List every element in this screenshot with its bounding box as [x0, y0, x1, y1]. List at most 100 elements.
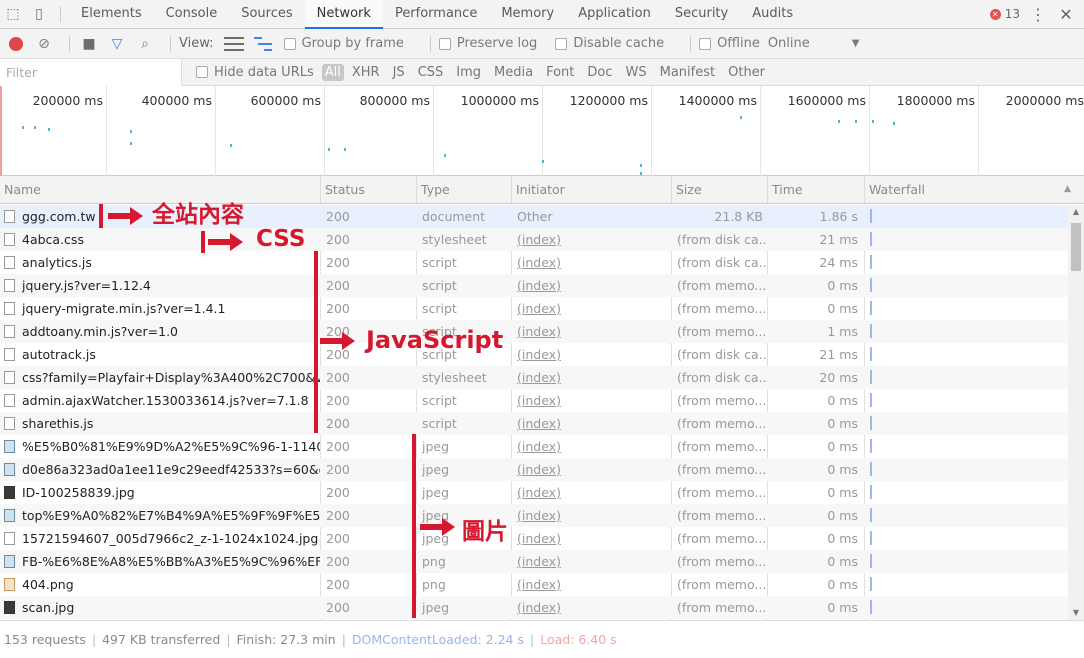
tab-sources[interactable]: Sources: [229, 0, 304, 29]
preserve-log-checkbox[interactable]: Preserve log: [438, 36, 537, 51]
request-initiator[interactable]: (index): [511, 297, 671, 320]
table-row[interactable]: 404.png 200 png (index) (from memo... 0 ms: [0, 573, 1068, 596]
group-by-frame-label: Group by frame: [301, 36, 404, 51]
request-waterfall: [864, 297, 1068, 320]
scroll-down-arrow-icon[interactable]: ▼: [1068, 606, 1084, 620]
request-status: 200: [326, 255, 350, 270]
table-row[interactable]: analytics.js 200 script (index) (from disk c…: [0, 251, 1068, 274]
request-initiator[interactable]: (index): [511, 596, 671, 619]
col-initiator[interactable]: Initiator: [511, 176, 671, 203]
inspect-element-icon[interactable]: ⬚: [0, 0, 26, 29]
request-initiator[interactable]: (index): [511, 412, 671, 435]
group-by-frame-checkbox[interactable]: Group by frame: [283, 36, 404, 51]
request-waterfall: [864, 435, 1068, 458]
request-initiator[interactable]: (index): [511, 573, 671, 596]
filter-type-font[interactable]: Font: [541, 65, 579, 80]
filter-icon[interactable]: ▽: [106, 36, 128, 52]
tab-application[interactable]: Application: [566, 0, 663, 29]
table-row[interactable]: 15721594607_005d7966c2_z-1-1024x1024.jpg…: [0, 527, 1068, 550]
request-initiator[interactable]: (index): [511, 251, 671, 274]
device-toolbar-icon[interactable]: ▯: [26, 0, 52, 29]
table-row[interactable]: scan.jpg 200 jpeg (index) (from memo... 0 ms: [0, 596, 1068, 619]
record-button[interactable]: [9, 36, 23, 51]
checkbox-box: [196, 66, 208, 78]
filter-input[interactable]: Filter: [0, 58, 182, 86]
request-size: (from memo...: [677, 577, 767, 592]
request-time: 1 ms: [827, 324, 858, 339]
request-initiator[interactable]: (index): [511, 274, 671, 297]
filter-type-css[interactable]: CSS: [413, 65, 449, 80]
request-initiator[interactable]: (index): [511, 550, 671, 573]
waterfall-bar: [870, 462, 872, 476]
error-count-badge[interactable]: ✕ 13: [989, 7, 1020, 21]
disable-cache-checkbox[interactable]: Disable cache: [555, 36, 664, 51]
table-row[interactable]: FB-%E6%8E%A8%E5%BB%A3%E5%9C%96%EF... 200 p…: [0, 550, 1068, 573]
table-scrollbar[interactable]: ▲ ▼: [1068, 205, 1084, 620]
overview-request-mark: [855, 120, 857, 123]
request-initiator[interactable]: (index): [511, 389, 671, 412]
request-initiator[interactable]: (index): [511, 343, 671, 366]
request-initiator[interactable]: (index): [511, 504, 671, 527]
col-time[interactable]: Time: [767, 176, 864, 203]
hide-data-urls-checkbox[interactable]: Hide data URLs: [196, 65, 314, 80]
tab-network[interactable]: Network: [304, 0, 383, 29]
filter-type-xhr[interactable]: XHR: [347, 65, 385, 80]
table-row[interactable]: sharethis.js 200 script (index) (from memo..…: [0, 412, 1068, 435]
table-row[interactable]: %E5%B0%81%E9%9D%A2%E5%9C%96-1-1140x... 20…: [0, 435, 1068, 458]
filter-type-manifest[interactable]: Manifest: [655, 65, 720, 80]
clear-icon[interactable]: ⊘: [33, 36, 55, 52]
tab-memory[interactable]: Memory: [489, 0, 566, 29]
large-rows-icon[interactable]: [223, 36, 244, 51]
table-row[interactable]: autotrack.js 200 script (index) (from disk c…: [0, 343, 1068, 366]
request-initiator[interactable]: (index): [511, 435, 671, 458]
table-row[interactable]: addtoany.min.js?ver=1.0 200 script (index)(…: [0, 320, 1068, 343]
tab-audits[interactable]: Audits: [740, 0, 805, 29]
overview-timeline[interactable]: 200000 ms 400000 ms 600000 ms 800000 ms 1000…: [0, 86, 1084, 176]
throttling-select[interactable]: Online ▼: [768, 36, 860, 51]
tab-security[interactable]: Security: [663, 0, 740, 29]
waterfall-bar: [870, 278, 872, 292]
filter-type-js[interactable]: JS: [388, 65, 410, 80]
waterfall-bar: [870, 209, 872, 223]
tab-console[interactable]: Console: [154, 0, 230, 29]
table-row[interactable]: top%E9%A0%82%E7%B4%9A%E5%9F%9F%E5%... 200…: [0, 504, 1068, 527]
overview-request-mark: [130, 142, 132, 145]
close-devtools-icon[interactable]: ✕: [1056, 5, 1076, 24]
screenshot-camera-icon[interactable]: ■: [78, 36, 100, 52]
overview-waterfall-icon[interactable]: [253, 36, 274, 51]
table-row[interactable]: d0e86a323ad0a1ee11e9c29eedf42533?s=60&d.…: [0, 458, 1068, 481]
col-status[interactable]: Status: [320, 176, 416, 203]
col-size[interactable]: Size: [671, 176, 767, 203]
request-initiator[interactable]: (index): [511, 366, 671, 389]
table-row[interactable]: jquery-migrate.min.js?ver=1.4.1 200 script…: [0, 297, 1068, 320]
offline-checkbox[interactable]: Offline: [699, 36, 760, 51]
filter-type-other[interactable]: Other: [723, 65, 770, 80]
request-initiator[interactable]: (index): [511, 458, 671, 481]
table-row[interactable]: admin.ajaxWatcher.1530033614.js?ver=7.1.…: [0, 389, 1068, 412]
tab-performance[interactable]: Performance: [383, 0, 489, 29]
scroll-up-arrow-icon[interactable]: ▲: [1068, 205, 1084, 219]
search-icon[interactable]: ⌕: [134, 36, 156, 52]
tab-elements[interactable]: Elements: [69, 0, 154, 29]
filter-type-ws[interactable]: WS: [621, 65, 652, 80]
request-waterfall: [864, 389, 1068, 412]
col-type[interactable]: Type: [416, 176, 511, 203]
table-row[interactable]: jquery.js?ver=1.12.4 200 script (index) (fro…: [0, 274, 1068, 297]
table-row[interactable]: ID-100258839.jpg 200 jpeg (index) (from memo…: [0, 481, 1068, 504]
request-initiator[interactable]: (index): [511, 228, 671, 251]
request-type: stylesheet: [422, 232, 487, 247]
table-row[interactable]: 4abca.css 200 stylesheet (index) (from disk …: [0, 228, 1068, 251]
col-waterfall[interactable]: Waterfall: [864, 176, 1064, 203]
filter-type-media[interactable]: Media: [489, 65, 538, 80]
request-initiator[interactable]: (index): [511, 481, 671, 504]
scroll-thumb[interactable]: [1071, 223, 1081, 271]
request-initiator[interactable]: (index): [511, 320, 671, 343]
overview-request-mark: [872, 120, 874, 123]
filter-type-doc[interactable]: Doc: [582, 65, 617, 80]
filter-type-img[interactable]: Img: [451, 65, 486, 80]
table-row[interactable]: css?family=Playfair+Display%3A400%2C700&…: [0, 366, 1068, 389]
sort-ascending-icon[interactable]: ▲: [1064, 176, 1071, 202]
request-initiator[interactable]: (index): [511, 527, 671, 550]
more-options-icon[interactable]: ⋮: [1028, 5, 1048, 24]
filter-type-all[interactable]: All: [321, 63, 344, 81]
